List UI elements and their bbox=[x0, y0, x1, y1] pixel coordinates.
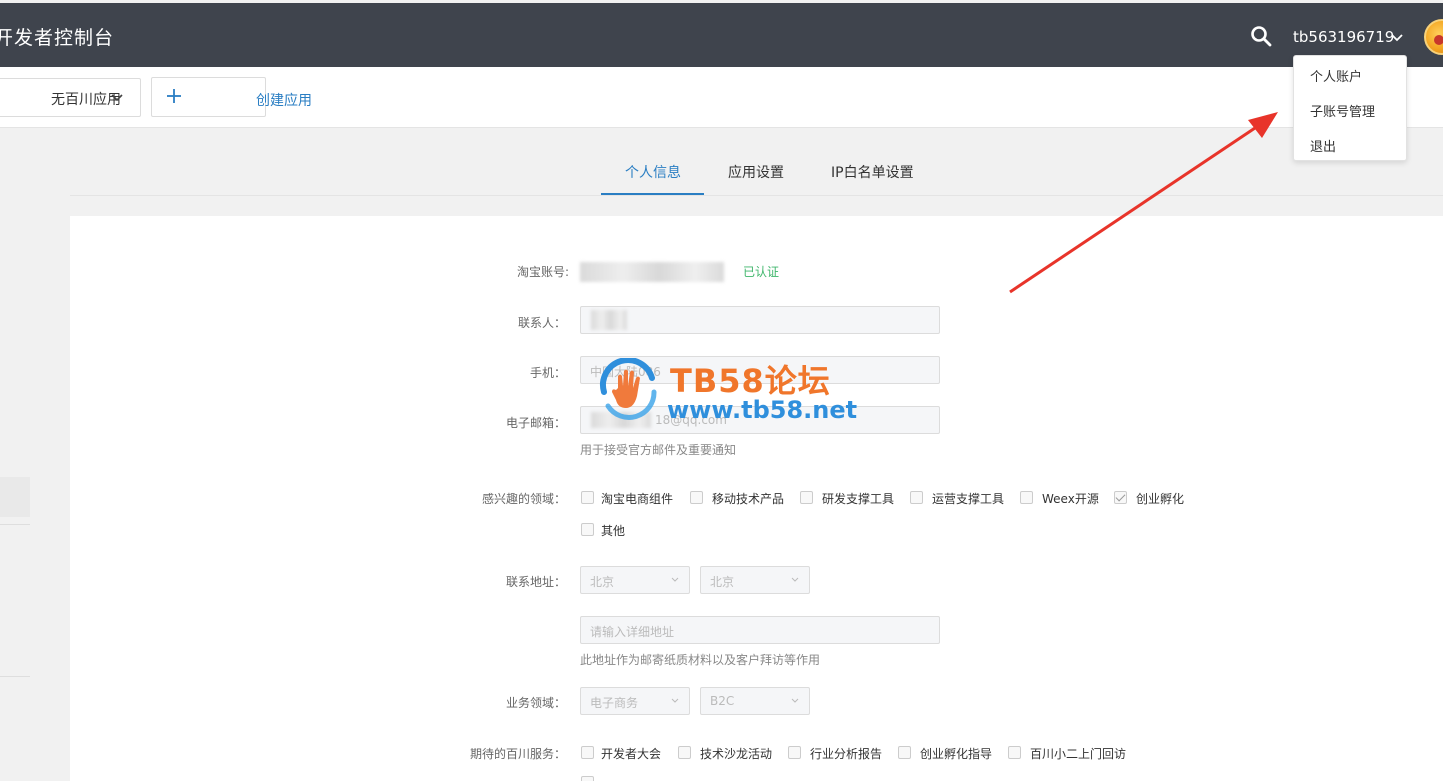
interest-option-label: 其他 bbox=[601, 524, 626, 538]
service-checkbox[interactable] bbox=[581, 746, 594, 759]
service-checkbox[interactable] bbox=[788, 746, 801, 759]
business-domain-value: 电子商务 bbox=[590, 696, 639, 710]
interest-option-label: Weex开源 bbox=[1042, 492, 1099, 506]
sidebar-divider bbox=[0, 676, 30, 677]
address-label: 联系地址： bbox=[505, 575, 566, 589]
city-value: 北京 bbox=[710, 575, 735, 589]
address-hint: 此地址作为邮寄纸质材料以及客户拜访等作用 bbox=[580, 653, 821, 667]
contact-field[interactable] bbox=[580, 306, 940, 334]
service-option-label: 创业孵化指导 bbox=[920, 747, 993, 761]
user-dropdown-menu: 个人账户 子账号管理 退出 bbox=[1293, 55, 1407, 161]
interest-checkbox[interactable] bbox=[910, 491, 923, 504]
taobao-account-value-redacted bbox=[580, 262, 724, 282]
avatar[interactable] bbox=[1424, 19, 1443, 55]
province-select[interactable]: 北京 bbox=[580, 566, 690, 594]
service-checkbox[interactable] bbox=[898, 746, 911, 759]
settings-tabs: 个人信息 应用设置 IP白名单设置 bbox=[70, 128, 1443, 196]
interest-option-label: 创业孵化 bbox=[1136, 492, 1185, 506]
contact-label: 联系人： bbox=[517, 316, 566, 330]
service-checkbox[interactable] bbox=[581, 776, 594, 781]
active-tab-indicator bbox=[601, 193, 704, 195]
app-toolbar: 无百川应用 创建应用 bbox=[0, 67, 1443, 128]
service-option-label: 技术沙龙活动 bbox=[700, 747, 773, 761]
watermark-url: www.tb58.net bbox=[667, 396, 858, 424]
business-label: 业务领域： bbox=[505, 696, 566, 710]
business-model-select[interactable]: B2C bbox=[700, 687, 810, 715]
top-header: 开发者控制台 tb563196719 bbox=[0, 3, 1443, 67]
verified-status: 已认证 bbox=[743, 265, 780, 279]
taobao-account-label: 淘宝账号: bbox=[516, 265, 569, 279]
tab-personal-info[interactable]: 个人信息 bbox=[625, 162, 681, 182]
interest-option-label: 研发支撑工具 bbox=[822, 492, 895, 506]
tab-app-settings[interactable]: 应用设置 bbox=[728, 162, 784, 182]
interest-checkbox[interactable] bbox=[800, 491, 813, 504]
menu-item-subaccount-management[interactable]: 子账号管理 bbox=[1310, 101, 1375, 120]
console-title: 开发者控制台 bbox=[0, 27, 115, 49]
interest-option-label: 移动技术产品 bbox=[712, 492, 785, 506]
interests-label: 感兴趣的领域： bbox=[481, 492, 566, 506]
email-label: 电子邮箱： bbox=[505, 416, 566, 430]
chevron-down-icon[interactable] bbox=[1390, 32, 1404, 44]
province-value: 北京 bbox=[590, 575, 615, 589]
menu-item-personal-account[interactable]: 个人账户 bbox=[1310, 66, 1362, 85]
business-domain-select[interactable]: 电子商务 bbox=[580, 687, 690, 715]
tab-ip-whitelist[interactable]: IP白名单设置 bbox=[831, 162, 914, 182]
interest-option-label: 淘宝电商组件 bbox=[601, 492, 674, 506]
interest-checkbox[interactable] bbox=[690, 491, 703, 504]
services-label: 期待的百川服务： bbox=[469, 747, 566, 761]
contact-value-redacted bbox=[591, 310, 627, 330]
menu-item-logout[interactable]: 退出 bbox=[1310, 136, 1336, 155]
create-app-button[interactable]: 创建应用 bbox=[151, 77, 312, 117]
chevron-down-icon bbox=[791, 698, 799, 703]
chevron-down-icon bbox=[791, 577, 799, 582]
service-option-label: 百川小二上门回访 bbox=[1030, 747, 1127, 761]
interest-option-label: 运营支撑工具 bbox=[932, 492, 1005, 506]
sidebar-selected-item[interactable] bbox=[0, 477, 30, 517]
service-checkbox[interactable] bbox=[678, 746, 691, 759]
search-icon[interactable] bbox=[1250, 25, 1272, 47]
watermark-hand-logo bbox=[600, 358, 657, 420]
app-select-dropdown[interactable]: 无百川应用 bbox=[0, 78, 141, 117]
interest-checkbox[interactable] bbox=[581, 523, 594, 536]
create-app-label: 创建应用 bbox=[256, 93, 312, 109]
chevron-down-icon bbox=[111, 94, 123, 102]
city-select[interactable]: 北京 bbox=[700, 566, 810, 594]
address-detail-placeholder: 请输入详细地址 bbox=[590, 625, 675, 639]
service-checkbox[interactable] bbox=[1008, 746, 1021, 759]
sidebar-divider bbox=[0, 524, 30, 525]
chevron-down-icon bbox=[671, 698, 679, 703]
username-menu[interactable]: tb563196719 bbox=[1293, 28, 1394, 46]
interest-checkbox[interactable] bbox=[1020, 491, 1033, 504]
address-detail-input[interactable]: 请输入详细地址 bbox=[580, 616, 940, 644]
chevron-down-icon bbox=[671, 577, 679, 582]
interest-checkbox-checked[interactable] bbox=[1114, 491, 1127, 504]
service-option-label: 行业分析报告 bbox=[810, 747, 883, 761]
app-select-label: 无百川应用 bbox=[51, 92, 121, 108]
plus-icon bbox=[167, 89, 181, 103]
service-option-label: 开发者大会 bbox=[601, 747, 662, 761]
email-hint: 用于接受官方邮件及重要通知 bbox=[580, 443, 737, 457]
interest-checkbox[interactable] bbox=[581, 491, 594, 504]
phone-label: 手机： bbox=[529, 366, 566, 380]
business-model-value: B2C bbox=[710, 694, 735, 708]
